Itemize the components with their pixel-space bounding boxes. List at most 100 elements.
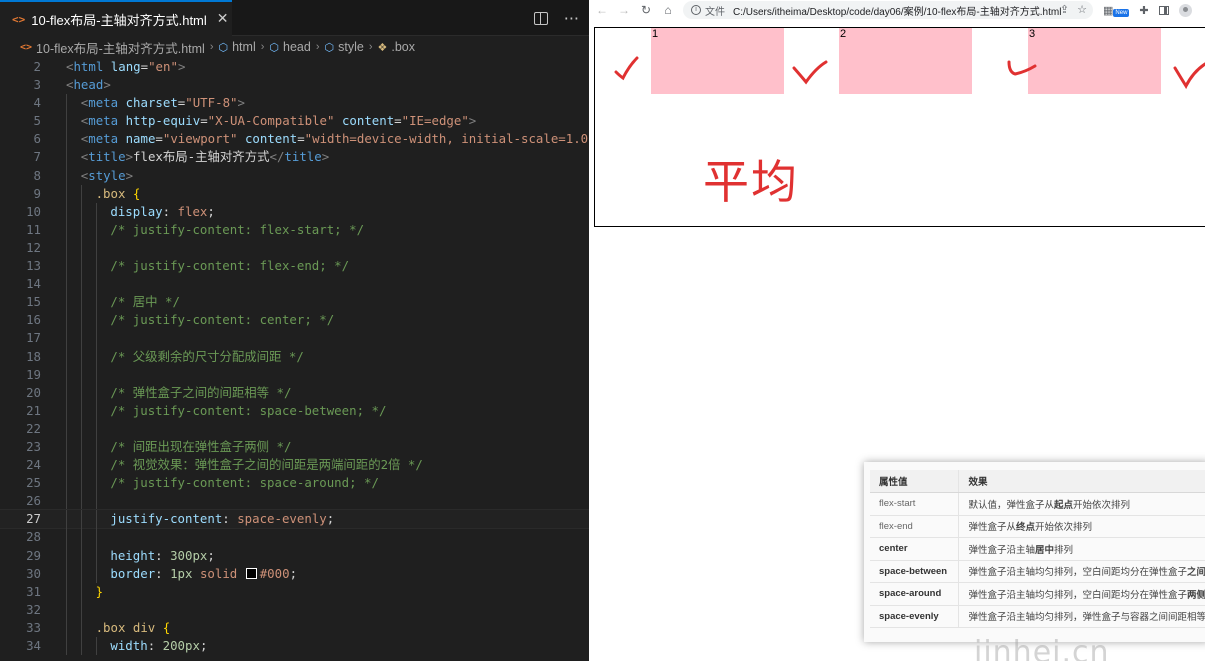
breadcrumb-item[interactable]: <> 10-flex布局-主轴对齐方式.html (20, 38, 205, 57)
indent-guide (66, 492, 67, 511)
split-editor-icon[interactable] (533, 11, 548, 25)
code-line[interactable]: 19 (0, 365, 589, 384)
code-line[interactable]: 34 width: 200px; (0, 637, 589, 656)
code-area[interactable]: 2 <html lang="en"> 3 <head> 4 <meta charset="… (0, 58, 589, 656)
close-icon[interactable]: ✕ (217, 11, 229, 27)
color-swatch[interactable] (245, 567, 257, 579)
code-line[interactable]: 24 /* 视觉效果：弹性盒子之间的间距是两端间距的2倍 */ (0, 456, 589, 475)
code-line[interactable]: 33 .box div { (0, 618, 589, 637)
star-icon[interactable]: ☆ (1077, 3, 1087, 16)
browser-toolbar: ← → ↻ ⌂ i 文件 C:/Users/itheima/Desktop/co… (589, 0, 1205, 20)
code-line[interactable]: 8 <style> (0, 166, 589, 185)
code-line[interactable]: 5 <meta http-equiv="X-UA-Compatible" cont… (0, 112, 589, 131)
address-bar[interactable]: i 文件 C:/Users/itheima/Desktop/code/day06… (683, 1, 1093, 19)
effect-cell: 弹性盒子沿主轴均匀排列，空白间距均分在弹性盒子两侧 (958, 582, 1205, 606)
share-icon[interactable]: ⇪ (1060, 3, 1069, 16)
code-line[interactable]: 26 (0, 492, 589, 511)
code-line[interactable]: 18 /* 父级剩余的尺寸分配成间距 */ (0, 347, 589, 366)
code-token: width (110, 638, 148, 653)
line-number: 25 (26, 475, 41, 491)
indent-guide (95, 220, 97, 239)
code-line[interactable]: 12 (0, 238, 589, 258)
code-line[interactable]: 27 justify-content: space-evenly; (0, 509, 589, 530)
side-panel-icon[interactable] (1158, 5, 1169, 15)
indent-guide (66, 238, 67, 258)
code-token: ; (199, 638, 208, 653)
code-line[interactable]: 3 <head> (0, 76, 589, 94)
code-token: ; (289, 565, 298, 581)
code-line[interactable]: 16 /* justify-content: center; */ (0, 311, 589, 330)
editor-tab-active[interactable]: <> 10-flex布局-主轴对齐方式.html ✕ (0, 0, 232, 36)
reload-button[interactable]: ↻ (635, 3, 657, 17)
code-token: > (103, 77, 111, 93)
code-token: "en" (148, 59, 178, 74)
breadcrumb-item[interactable]: ❖ .box (377, 40, 415, 54)
code-line[interactable]: 31} (0, 582, 589, 601)
code-line[interactable]: 13 /* justify-content: flex-end; */ (0, 257, 589, 276)
code-line[interactable]: 7 <title>flex布局-主轴对齐方式</title> (0, 148, 589, 167)
code-line[interactable]: 11 /* justify-content: flex-start; */ (0, 220, 589, 239)
line-number: 6 (33, 131, 41, 147)
indent-guide (95, 311, 97, 330)
indent-guide (80, 311, 82, 330)
code-line[interactable]: 14 (0, 275, 589, 294)
code-line[interactable]: 17 (0, 329, 589, 348)
more-actions-icon[interactable]: ··· (564, 9, 579, 28)
url-text[interactable]: C:/Users/itheima/Desktop/code/day06/案例/1… (733, 3, 1061, 18)
indent-guide (80, 347, 82, 366)
code-line[interactable]: 30 border: 1px solid #000; (0, 564, 589, 583)
code-line[interactable]: 10 display: flex; (0, 202, 589, 221)
forward-button[interactable]: → (613, 3, 635, 17)
code-line[interactable]: 4 <meta charset="UTF-8"> (0, 94, 589, 113)
code-line[interactable]: 20 /* 弹性盒子之间的间距相等 */ (0, 383, 589, 402)
breadcrumb-separator: › (368, 41, 373, 53)
indent-guide (66, 546, 67, 565)
indent-guide (66, 401, 67, 420)
line-number: 3 (33, 77, 41, 93)
code-line[interactable]: 2 <html lang="en"> (0, 58, 589, 76)
effect-cell: 弹性盒子沿主轴均匀排列，空白间距均分在弹性盒子之间 (958, 560, 1205, 583)
code-line[interactable]: 29 height: 300px; (0, 546, 589, 565)
back-button[interactable]: ← (591, 3, 613, 17)
info-icon[interactable]: i (691, 5, 701, 15)
avatar[interactable] (1178, 3, 1192, 17)
indent-guide (95, 202, 97, 221)
code-line[interactable]: 28 (0, 528, 589, 547)
code-line[interactable]: 23 /* 间距出现在弹性盒子两侧 */ (0, 437, 589, 457)
indent-guide (80, 600, 82, 619)
effect-text: 排列 (1054, 544, 1074, 556)
line-number: 2 (33, 59, 41, 74)
effect-cell: 弹性盒子沿主轴均匀排列，弹性盒子与容器之间间距相等 (958, 605, 1205, 628)
code-line[interactable]: 22 (0, 419, 589, 438)
indent-guide (95, 383, 97, 402)
code-token: charset (125, 95, 178, 111)
code-line[interactable]: 15 /* 居中 */ (0, 293, 589, 312)
code-line[interactable]: 25 /* justify-content: space-around; */ (0, 474, 589, 493)
code-line[interactable]: 21 /* justify-content: space-between; */ (0, 401, 589, 420)
line-number: 19 (26, 366, 41, 382)
element-cube-icon: ⬡ (269, 41, 280, 54)
code-token: meta (88, 95, 119, 111)
line-number: 18 (26, 348, 41, 364)
code-token: : (222, 511, 238, 527)
code-line[interactable]: 6 <meta name="viewport" content="width=de… (0, 130, 589, 149)
code-token: name (125, 131, 156, 147)
breadcrumb-item[interactable]: ⬡ style (325, 40, 364, 54)
effect-text: 默认值，弹性盒子从 (968, 499, 1054, 511)
line-number: 14 (26, 276, 41, 292)
indent-guide (80, 564, 82, 583)
breadcrumb-item[interactable]: ⬡ html (219, 40, 256, 54)
effect-cell: 默认值，弹性盒子从起点开始依次排列 (958, 492, 1205, 516)
extension-icon[interactable]: ▦ New (1103, 4, 1130, 17)
home-button[interactable]: ⌂ (657, 3, 679, 17)
code-line[interactable]: 32 (0, 600, 589, 619)
code-token: > (125, 149, 134, 165)
code-text: <style> (81, 167, 133, 185)
code-line[interactable]: 9 .box { (0, 184, 589, 203)
code-token: 300px (170, 547, 208, 563)
line-number: 34 (26, 638, 41, 653)
breadcrumb-item[interactable]: ⬡ head (269, 40, 310, 54)
indent-guide (95, 456, 97, 475)
puzzle-icon[interactable]: ✚ (1139, 4, 1148, 17)
